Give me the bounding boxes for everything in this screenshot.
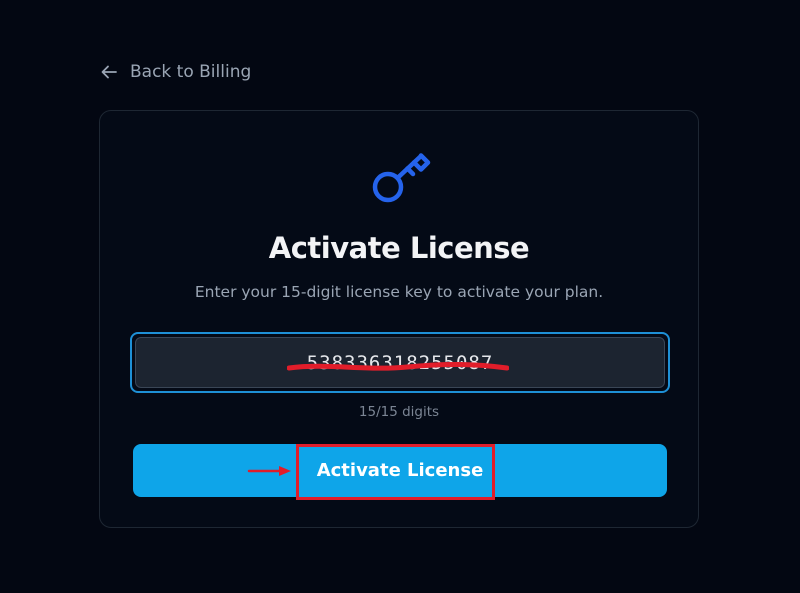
page-title: Activate License (268, 231, 530, 265)
arrow-left-icon (100, 64, 118, 80)
activate-license-button[interactable]: Activate License (133, 444, 667, 497)
license-input-focus-ring (130, 332, 670, 393)
key-icon (368, 147, 434, 213)
digit-counter: 15/15 digits (358, 404, 440, 420)
license-card: Activate License Enter your 15-digit lic… (99, 110, 699, 528)
back-to-billing-link[interactable]: Back to Billing (100, 62, 251, 82)
license-key-input[interactable] (135, 337, 665, 388)
back-link-label: Back to Billing (130, 62, 252, 82)
page-subtitle: Enter your 15-digit license key to activ… (194, 283, 604, 301)
activate-license-page: Back to Billing Activate License Enter y… (0, 0, 800, 593)
